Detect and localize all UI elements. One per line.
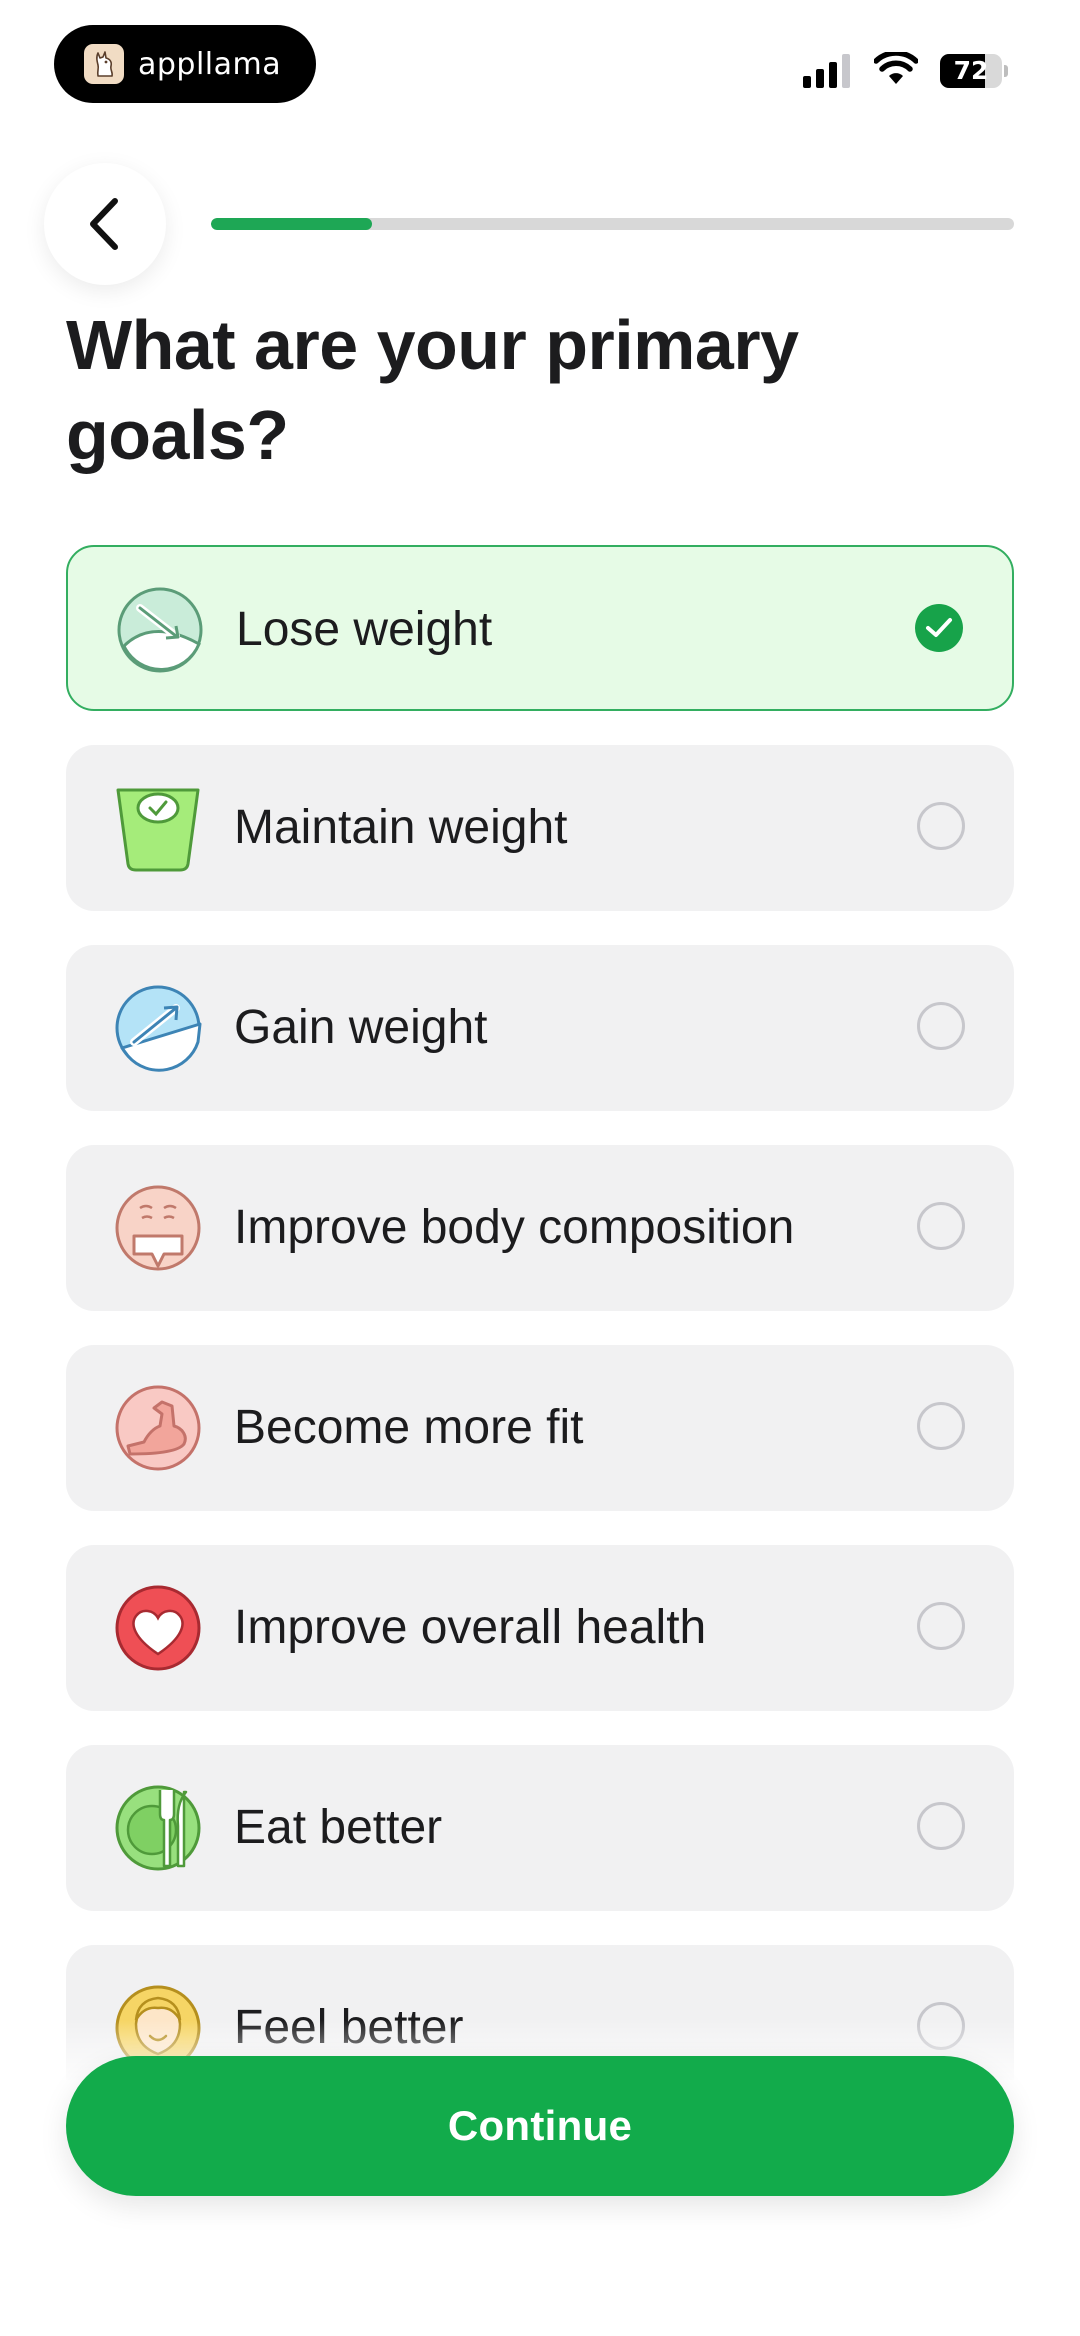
option-label: Gain weight bbox=[234, 1001, 488, 1054]
option-label: Improve body composition bbox=[234, 1201, 795, 1254]
continue-button[interactable]: Continue bbox=[66, 2056, 1014, 2196]
wifi-icon bbox=[873, 49, 919, 91]
option-improve-overall-health[interactable]: Improve overall health bbox=[66, 1545, 1014, 1711]
signal-bar bbox=[829, 62, 837, 88]
option-label: Maintain weight bbox=[234, 801, 568, 854]
option-maintain-weight[interactable]: Maintain weight bbox=[66, 745, 1014, 911]
option-radio[interactable] bbox=[917, 1402, 965, 1450]
app-badge[interactable]: appllama bbox=[54, 25, 316, 103]
chevron-left-icon bbox=[90, 198, 118, 250]
option-gain-weight[interactable]: Gain weight bbox=[66, 945, 1014, 1111]
option-eat-better[interactable]: Eat better bbox=[66, 1745, 1014, 1911]
back-button[interactable] bbox=[44, 163, 166, 285]
weight-loss-icon bbox=[116, 586, 204, 674]
signal-bar bbox=[816, 69, 824, 88]
onboarding-progress-bar bbox=[211, 218, 1014, 230]
page-title: What are your primary goals? bbox=[66, 306, 799, 474]
option-radio[interactable] bbox=[917, 802, 965, 850]
battery-icon: 72 bbox=[940, 54, 1008, 88]
battery-level: 72 bbox=[953, 56, 989, 85]
status-bar: appllama 72 bbox=[0, 0, 1080, 130]
signal-bar bbox=[803, 76, 811, 88]
cellular-signal-icon bbox=[803, 54, 850, 88]
option-radio[interactable] bbox=[917, 1002, 965, 1050]
option-become-more-fit[interactable]: Become more fit bbox=[66, 1345, 1014, 1511]
option-radio[interactable] bbox=[917, 1202, 965, 1250]
option-improve-body-composition[interactable]: Improve body composition bbox=[66, 1145, 1014, 1311]
option-radio[interactable] bbox=[917, 1802, 965, 1850]
progress-fill bbox=[211, 218, 372, 230]
option-label: Lose weight bbox=[236, 603, 493, 656]
scale-icon bbox=[114, 784, 202, 872]
goal-options-list: Lose weight Maintain weight Gain weight … bbox=[66, 545, 1014, 2145]
flexed-bicep-icon bbox=[114, 1384, 202, 1472]
status-indicators: 72 bbox=[803, 46, 1008, 96]
option-radio[interactable] bbox=[915, 604, 963, 652]
option-label: Eat better bbox=[234, 1801, 443, 1854]
plate-cutlery-icon bbox=[114, 1784, 202, 1872]
weight-gain-icon bbox=[114, 984, 202, 1072]
app-badge-label: appllama bbox=[138, 46, 282, 82]
torso-icon bbox=[114, 1184, 202, 1272]
signal-bar bbox=[842, 54, 850, 88]
llama-logo-icon bbox=[84, 44, 124, 84]
option-lose-weight[interactable]: Lose weight bbox=[66, 545, 1014, 711]
option-label: Improve overall health bbox=[234, 1601, 707, 1654]
checkmark-icon bbox=[926, 618, 952, 637]
option-radio[interactable] bbox=[917, 1602, 965, 1650]
option-label: Become more fit bbox=[234, 1401, 584, 1454]
heart-icon bbox=[114, 1584, 202, 1672]
